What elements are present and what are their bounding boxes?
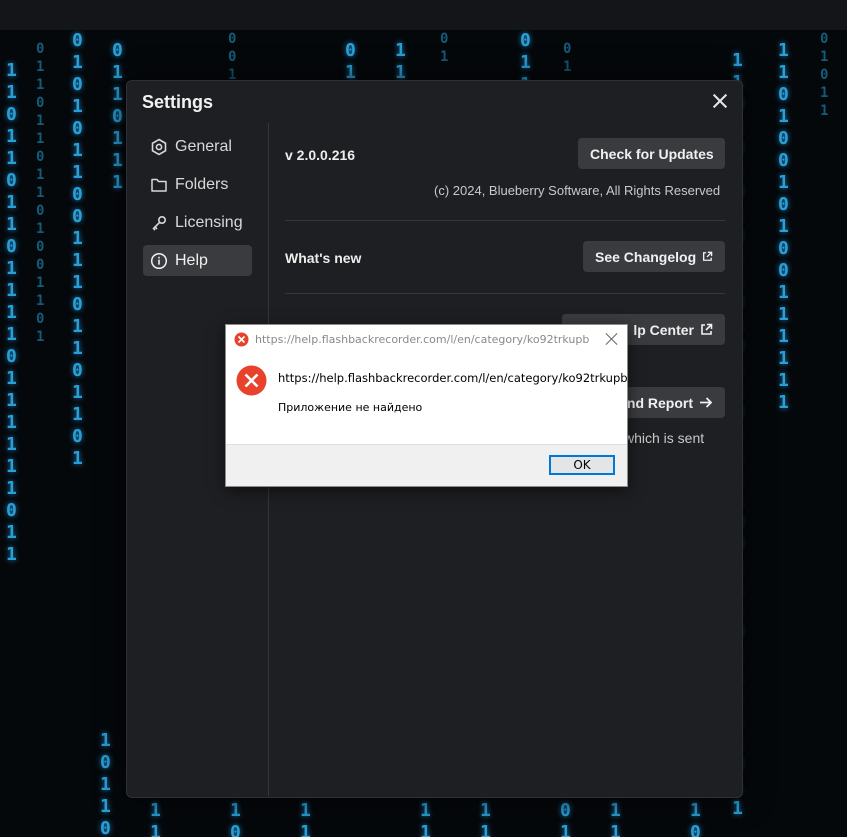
nav-label-general: General xyxy=(175,137,232,155)
nav-item-licensing[interactable]: Licensing xyxy=(143,207,252,238)
see-changelog-label: See Changelog xyxy=(595,248,697,265)
ok-button[interactable]: OK xyxy=(549,455,615,475)
send-report-label: nd Report xyxy=(626,394,693,411)
help-center-label: lp Center xyxy=(633,321,694,338)
dialog-message: Приложение не найдено xyxy=(278,401,423,414)
error-icon xyxy=(236,365,267,396)
check-updates-label: Check for Updates xyxy=(590,145,714,162)
error-dialog: https://help.flashbackrecorder.com/l/en/… xyxy=(225,324,628,487)
report-description: which is sent xyxy=(624,430,705,446)
see-changelog-button[interactable]: See Changelog xyxy=(583,241,725,272)
external-link-icon xyxy=(703,251,713,261)
divider xyxy=(285,220,725,221)
error-icon xyxy=(234,332,249,347)
dialog-title: https://help.flashbackrecorder.com/l/en/… xyxy=(255,333,590,346)
close-icon[interactable] xyxy=(712,93,728,109)
whats-new-label: What's new xyxy=(285,250,362,266)
key-icon xyxy=(150,214,168,232)
nav-label-licensing: Licensing xyxy=(175,213,243,231)
dialog-footer: OK xyxy=(226,444,627,486)
ok-label: OK xyxy=(573,458,591,472)
dialog-url: https://help.flashbackrecorder.com/l/en/… xyxy=(278,371,628,385)
nav-label-help: Help xyxy=(175,251,208,269)
nav-item-folders[interactable]: Folders xyxy=(143,169,252,200)
close-icon[interactable] xyxy=(606,333,618,345)
nav-item-general[interactable]: General xyxy=(143,131,252,162)
nav-label-folders: Folders xyxy=(175,175,229,193)
external-link-icon xyxy=(701,323,713,335)
gear-icon xyxy=(150,138,168,156)
arrow-right-icon xyxy=(700,397,713,408)
settings-title: Settings xyxy=(142,92,214,112)
check-updates-button[interactable]: Check for Updates xyxy=(578,138,725,169)
settings-nav: General Folders Licensing Help xyxy=(143,131,253,283)
info-icon xyxy=(150,252,168,270)
nav-item-help[interactable]: Help xyxy=(143,245,252,276)
folder-icon xyxy=(150,176,168,194)
copyright-text: (c) 2024, Blueberry Software, All Rights… xyxy=(434,183,721,198)
top-bar xyxy=(0,0,847,30)
divider xyxy=(285,293,725,294)
version-label: v 2.0.0.216 xyxy=(285,147,356,163)
